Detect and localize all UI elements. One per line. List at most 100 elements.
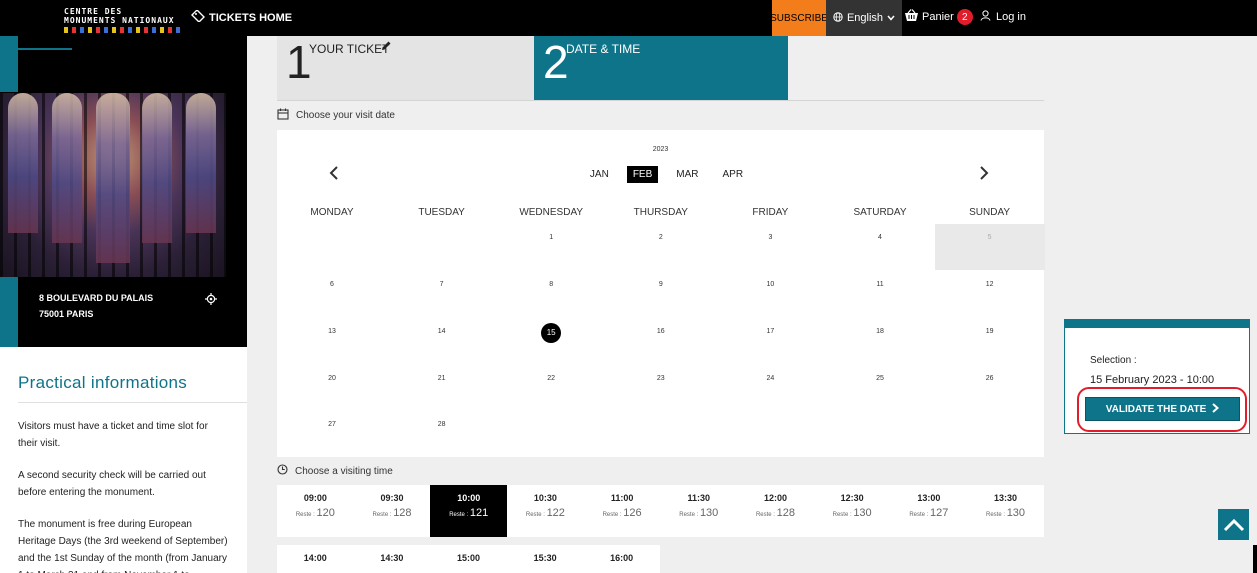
time-slot[interactable]: 15:00 — [430, 545, 507, 573]
chevron-up-icon — [1223, 518, 1244, 531]
calendar-day[interactable]: 2 — [606, 224, 716, 270]
calendar-day-number: 3 — [768, 234, 773, 241]
calendar-day-number: 8 — [549, 281, 554, 288]
time-slot[interactable]: 10:30 Reste : 122 — [507, 485, 584, 537]
window-arch — [186, 93, 216, 233]
time-slot-remaining: Reste : 122 — [507, 507, 584, 519]
time-slot[interactable]: 10:00 Reste : 121 — [430, 485, 508, 537]
validate-date-button[interactable]: VALIDATE THE DATE — [1085, 397, 1240, 421]
subscribe-button[interactable]: SUBSCRIBE — [770, 0, 828, 36]
calendar-day-number: 2 — [658, 234, 663, 241]
step-your-ticket[interactable]: 1 YOUR TICKET — [277, 36, 534, 100]
calendar-day-number: 12 — [985, 281, 994, 288]
calendar-day[interactable]: 10 — [715, 271, 825, 317]
calendar-day[interactable]: 9 — [606, 271, 716, 317]
calendar-day[interactable]: 27 — [277, 411, 387, 457]
time-slot[interactable]: 12:30 Reste : 130 — [814, 485, 891, 537]
time-slot[interactable]: 12:00 Reste : 128 — [737, 485, 814, 537]
calendar-day[interactable]: 17 — [715, 318, 825, 364]
tickets-home-link[interactable]: TICKETS HOME — [191, 9, 293, 25]
calendar-day[interactable]: 7 — [387, 271, 497, 317]
pencil-icon[interactable] — [380, 40, 392, 55]
time-slot-time: 15:30 — [533, 553, 557, 563]
calendar-day[interactable]: 22 — [496, 365, 606, 411]
calendar-day-number: 5 — [987, 234, 992, 241]
language-selector[interactable]: English — [826, 0, 902, 36]
cart-link[interactable]: Panier 2 — [904, 9, 973, 25]
month-tab-active[interactable]: FEB — [626, 166, 659, 183]
calendar-day-number: 6 — [330, 281, 334, 288]
language-label: English — [846, 12, 884, 24]
login-link[interactable]: Log in — [980, 10, 1026, 24]
calendar-day[interactable]: 23 — [606, 365, 716, 411]
remaining-prefix: Reste : — [832, 512, 854, 518]
info-paragraph: Visitors must have a ticket and time slo… — [18, 421, 208, 449]
divider — [18, 402, 247, 403]
remaining-count: 130 — [699, 507, 719, 519]
time-slot[interactable]: 11:30 Reste : 130 — [660, 485, 737, 537]
window-arch — [96, 93, 130, 263]
calendar-day[interactable]: 16 — [606, 318, 716, 364]
locate-icon[interactable] — [205, 293, 217, 308]
time-slot[interactable]: 13:30 Reste : 130 — [967, 485, 1044, 537]
time-slot[interactable]: 09:30 Reste : 128 — [354, 485, 431, 537]
calendar-day[interactable]: 12 — [935, 271, 1045, 317]
calendar-day[interactable]: 15 — [496, 318, 606, 364]
calendar-day[interactable]: 28 — [387, 411, 497, 457]
calendar-day[interactable]: 21 — [387, 365, 497, 411]
time-slot[interactable]: 15:30 — [507, 545, 584, 573]
logo-pattern — [64, 27, 180, 33]
calendar-day-number: 19 — [985, 328, 994, 335]
login-label: Log in — [996, 11, 1026, 23]
calendar-day-number: 26 — [985, 375, 994, 382]
month-tab[interactable]: APR — [717, 166, 750, 183]
time-slot[interactable]: 11:00 Reste : 126 — [584, 485, 661, 537]
month-tab[interactable]: MAR — [670, 166, 704, 183]
calendar-day[interactable]: 26 — [935, 365, 1045, 411]
scroll-to-top-button[interactable] — [1218, 509, 1249, 540]
calendar-day[interactable]: 20 — [277, 365, 387, 411]
time-slot[interactable]: 13:00 Reste : 127 — [891, 485, 968, 537]
time-slot[interactable]: 14:30 — [354, 545, 431, 573]
calendar-day-number: 22 — [547, 375, 556, 382]
weekday-header: SUNDAY — [969, 207, 1011, 218]
calendar-day[interactable]: 14 — [387, 318, 497, 364]
calendar-day-number: 17 — [766, 328, 775, 335]
calendar-day[interactable]: 3 — [715, 224, 825, 270]
weekday-header: THURSDAY — [633, 207, 688, 218]
calendar-day[interactable]: 24 — [715, 365, 825, 411]
ticket-icon — [191, 9, 205, 25]
calendar-day[interactable]: 25 — [825, 365, 935, 411]
window-arch — [8, 93, 38, 233]
user-icon — [980, 10, 991, 24]
calendar-day-number: 9 — [658, 281, 663, 288]
time-slot-time: 09:00 — [303, 493, 327, 503]
calendar-day-number: 27 — [328, 421, 336, 428]
calendar-day[interactable]: 1 — [496, 224, 606, 270]
calendar-day[interactable]: 4 — [825, 224, 935, 270]
month-tab[interactable]: JAN — [584, 166, 615, 183]
monument-address: 8 BOULEVARD DU PALAIS 75001 PARIS — [39, 290, 153, 322]
calendar-day[interactable]: 18 — [825, 318, 935, 364]
cmn-logo[interactable]: CENTRE DES MONUMENTS NATIONAUX — [64, 7, 184, 33]
tickets-home-label: TICKETS HOME — [209, 11, 293, 24]
calendar-day[interactable]: 6 — [277, 271, 387, 317]
calendar-day[interactable]: 8 — [496, 271, 606, 317]
month-tabs: JAN FEB MAR APR — [277, 166, 1044, 183]
calendar-day[interactable]: 13 — [277, 318, 387, 364]
time-slot[interactable]: 14:00 — [277, 545, 354, 573]
remaining-prefix: Reste : — [372, 512, 394, 518]
step-date-time[interactable]: 2 DATE & TIME — [534, 36, 788, 100]
time-slot-time: 10:30 — [533, 493, 557, 503]
calendar-day[interactable]: 19 — [935, 318, 1045, 364]
info-paragraph: A second security check will be carried … — [18, 470, 206, 498]
window-arch — [52, 93, 82, 243]
calendar-day-number: 10 — [766, 281, 775, 288]
info-paragraph: The monument is free during European Her… — [18, 519, 228, 573]
time-slot[interactable]: 09:00 Reste : 120 — [277, 485, 354, 537]
calendar-day-number: 15 — [541, 323, 562, 343]
remaining-count: 120 — [316, 507, 335, 519]
calendar-day[interactable]: 11 — [825, 271, 935, 317]
step-number: 2 — [543, 36, 569, 88]
time-slot[interactable]: 16:00 — [583, 545, 660, 573]
